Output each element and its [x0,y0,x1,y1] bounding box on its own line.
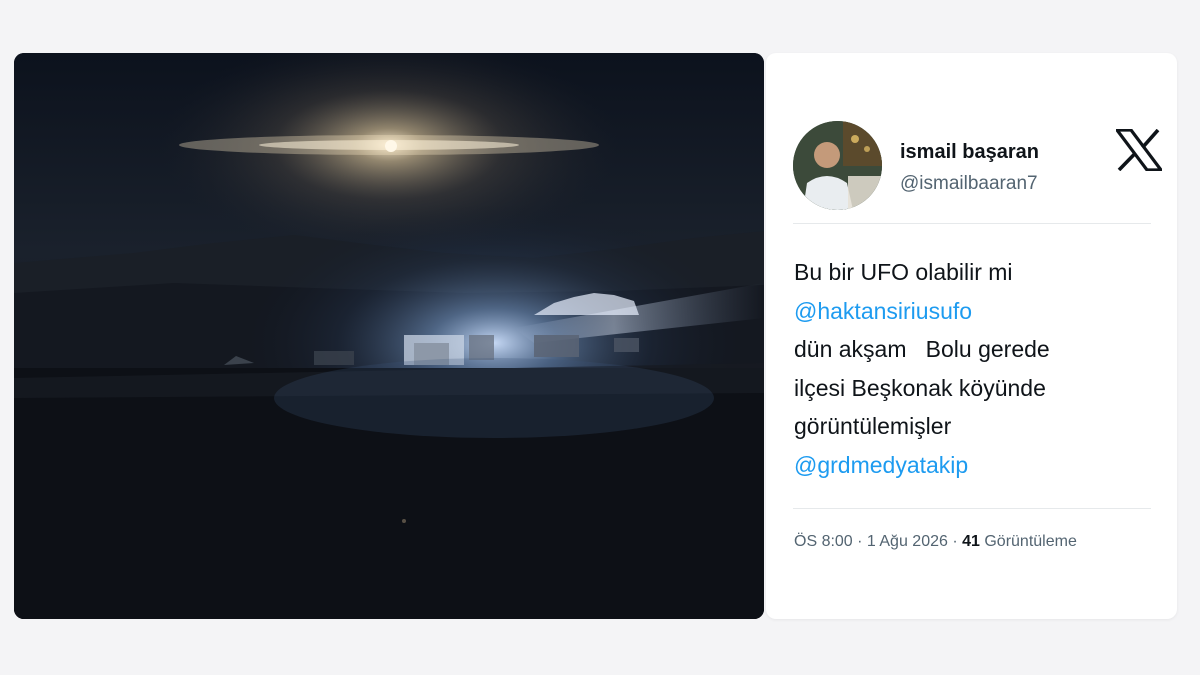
avatar[interactable] [793,121,882,210]
mention-link[interactable]: @haktansiriusufo [794,292,1154,331]
tweet-text-line: görüntülemişler [794,413,952,439]
view-count: 41 [962,533,980,550]
divider [793,223,1151,224]
tweet-date[interactable]: 1 Ağu 2026 [867,533,948,550]
tweet-meta: ÖS 8:00 · 1 Ağu 2026 · 41 Görüntüleme [794,533,1077,551]
tweet-text: Bu bir UFO olabilir mi @haktansiriusufo dü… [794,253,1154,484]
mention-link[interactable]: @grdmedyatakip [794,446,1154,485]
night-sky-ufo-photo [14,53,764,619]
x-logo-icon[interactable] [1116,129,1162,171]
tweet-text-line: Bu bir UFO olabilir mi [794,259,1013,285]
profile-photo [793,121,882,210]
tweet-text-line: dün akşam Bolu gerede [794,336,1050,362]
tweet-text-line: ilçesi Beşkonak köyünde [794,374,1046,401]
author-name[interactable]: ismail başaran [900,141,1039,164]
tweet-time[interactable]: ÖS 8:00 [794,533,853,550]
meta-separator: · [852,533,867,550]
divider [793,508,1151,509]
tweet-photo[interactable] [14,53,764,619]
view-label: Görüntüleme [979,533,1077,550]
tweet-card: ismail başaran @ismailbaaran7 Bu bir UFO… [766,53,1177,619]
meta-separator: · [947,533,963,550]
author-handle[interactable]: @ismailbaaran7 [900,173,1038,195]
